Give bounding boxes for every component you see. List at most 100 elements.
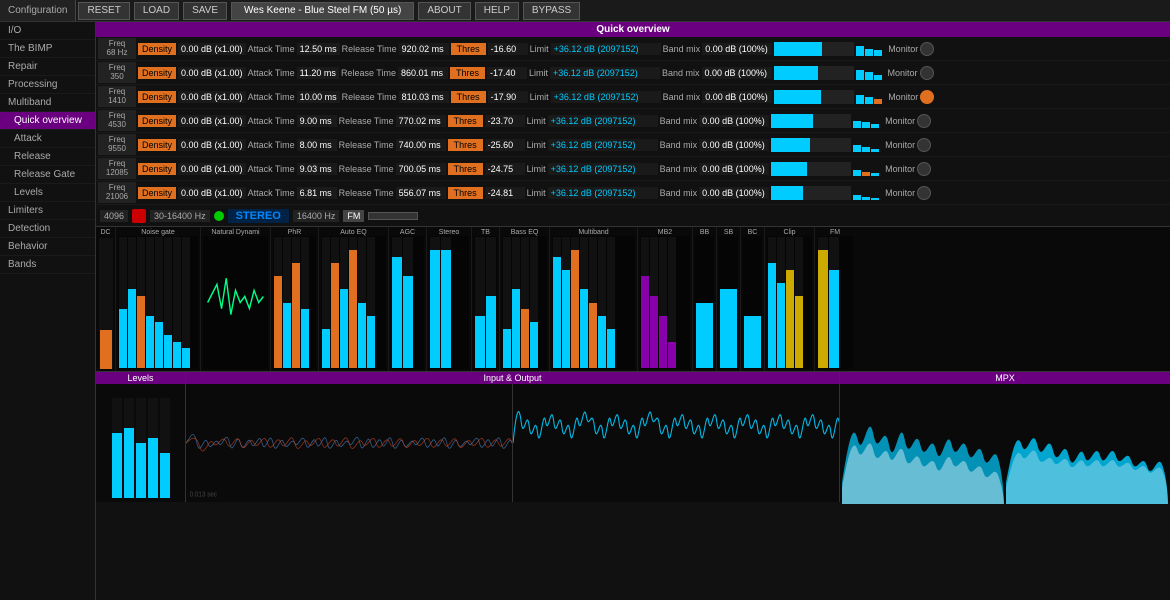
monitor-circle-3[interactable] [917, 114, 931, 128]
band-row-6: Freq21006 Density 0.00 dB (x1.00) Attack… [96, 181, 1170, 205]
thres-btn-0[interactable]: Thres [451, 43, 486, 55]
beq-label: Bass EQ [502, 229, 547, 236]
proc-bc[interactable]: BC [741, 227, 765, 371]
quick-overview-header: Quick overview [96, 22, 1170, 37]
reset-button[interactable]: RESET [78, 2, 129, 20]
ng-meters [118, 236, 198, 369]
mpx-panel: MPX [840, 372, 1170, 502]
limit-label-5: Limit [527, 164, 546, 174]
sig-stereo: STEREO [228, 209, 289, 223]
proc-tb[interactable]: TB [472, 227, 500, 371]
proc-clip[interactable]: Clip [765, 227, 815, 371]
sidebar-item-release[interactable]: Release [0, 148, 95, 166]
proc-beq[interactable]: Bass EQ [500, 227, 550, 371]
sidebar-item-limiters[interactable]: Limiters [0, 202, 95, 220]
proc-ng[interactable]: Noise gate [116, 227, 201, 371]
proc-sb[interactable]: SB [717, 227, 741, 371]
sidebar-item-levels[interactable]: Levels [0, 184, 95, 202]
save-button[interactable]: SAVE [183, 2, 227, 20]
signal-bar: 4096 30-16400 Hz STEREO 16400 Hz FM [96, 205, 1170, 227]
sig-slider[interactable] [368, 212, 418, 220]
thres-btn-3[interactable]: Thres [448, 115, 483, 127]
sidebar-item-processing[interactable]: Processing [0, 76, 95, 94]
mb-label: Multiband [552, 229, 635, 236]
monitor-circle-0[interactable] [920, 42, 934, 56]
density-btn-2[interactable]: Density [138, 91, 176, 103]
monitor-circle-4[interactable] [917, 138, 931, 152]
proc-fm[interactable]: FM [815, 227, 855, 371]
proc-dc[interactable]: DC [96, 227, 116, 371]
bandmix-label-3: Band mix [660, 116, 698, 126]
sidebar-item-repair[interactable]: Repair [0, 58, 95, 76]
density-btn-1[interactable]: Density [138, 67, 176, 79]
config-label: Configuration [0, 0, 76, 21]
preset-button[interactable]: Wes Keene - Blue Steel FM (50 µs) [231, 2, 414, 20]
help-button[interactable]: HELP [475, 2, 519, 20]
bb-label: BB [695, 229, 714, 236]
monitor-circle-2[interactable] [920, 90, 934, 104]
limit-label-3: Limit [527, 116, 546, 126]
proc-aeq[interactable]: Auto EQ [319, 227, 389, 371]
thres-btn-4[interactable]: Thres [448, 139, 483, 151]
bandmix-val-6: 0.00 dB (100%) [699, 187, 769, 199]
sidebar: I/O The BIMP Repair Processing Multiband… [0, 22, 96, 600]
thres-btn-6[interactable]: Thres [448, 187, 483, 199]
sidebar-item-behavior[interactable]: Behavior [0, 238, 95, 256]
sidebar-item-io[interactable]: I/O [0, 22, 95, 40]
density-btn-5[interactable]: Density [138, 163, 176, 175]
density-val-4: 0.00 dB (x1.00) [178, 139, 246, 151]
limit-val-2: +36.12 dB (2097152) [551, 91, 661, 103]
sidebar-item-quick-overview[interactable]: Quick overview [0, 112, 95, 130]
sidebar-item-bimp[interactable]: The BIMP [0, 40, 95, 58]
density-btn-3[interactable]: Density [138, 115, 176, 127]
sidebar-item-detection[interactable]: Detection [0, 220, 95, 238]
sidebar-item-multiband[interactable]: Multiband [0, 94, 95, 112]
waveform-area: 0.013 sec [186, 384, 839, 502]
proc-stereo[interactable]: Stereo [427, 227, 472, 371]
monitor-label-3: Monitor [885, 116, 915, 126]
mpx-right [1006, 386, 1168, 504]
release-val-4: 740.00 ms [396, 139, 446, 151]
monitor-label-4: Monitor [885, 140, 915, 150]
agc-meters [391, 236, 424, 369]
levels-meters [96, 384, 185, 502]
top-bar: Configuration RESET LOAD SAVE Wes Keene … [0, 0, 1170, 22]
meter2-3 [853, 114, 883, 128]
sidebar-item-attack[interactable]: Attack [0, 130, 95, 148]
limit-val-1: +36.12 dB (2097152) [550, 67, 660, 79]
proc-nd[interactable]: Natural Dynami [201, 227, 271, 371]
bypass-button[interactable]: BYPASS [523, 2, 580, 20]
density-btn-4[interactable]: Density [138, 139, 176, 151]
proc-bb[interactable]: BB [693, 227, 717, 371]
sig-val1: 4096 [100, 210, 128, 222]
sidebar-item-bands[interactable]: Bands [0, 256, 95, 274]
monitor-circle-1[interactable] [920, 66, 934, 80]
attack-val-5: 9.03 ms [297, 163, 337, 175]
sidebar-item-release-gate[interactable]: Release Gate [0, 166, 95, 184]
thres-btn-5[interactable]: Thres [448, 163, 483, 175]
dc-meter [99, 238, 113, 369]
quick-overview-section: Quick overview Freq68 Hz Density 0.00 dB… [96, 22, 1170, 205]
load-button[interactable]: LOAD [134, 2, 179, 20]
proc-phr[interactable]: PhR [271, 227, 319, 371]
thres-btn-1[interactable]: Thres [450, 67, 485, 79]
monitor-label-5: Monitor [885, 164, 915, 174]
proc-mb2[interactable]: MB2 [638, 227, 693, 371]
bandmix-val-4: 0.00 dB (100%) [699, 139, 769, 151]
limit-label-0: Limit [530, 44, 549, 54]
proc-agc[interactable]: AGC [389, 227, 427, 371]
fm-label: FM [817, 229, 853, 236]
density-btn-0[interactable]: Density [138, 43, 176, 55]
limit-val-3: +36.12 dB (2097152) [548, 115, 658, 127]
thres-val-2: -17.90 [488, 91, 528, 103]
density-btn-6[interactable]: Density [138, 187, 176, 199]
aeq-label: Auto EQ [321, 229, 386, 236]
density-val-3: 0.00 dB (x1.00) [178, 115, 246, 127]
monitor-circle-6[interactable] [917, 186, 931, 200]
attack-val-4: 8.00 ms [297, 139, 337, 151]
proc-mb[interactable]: Multiband [550, 227, 638, 371]
about-button[interactable]: ABOUT [418, 2, 470, 20]
thres-btn-2[interactable]: Thres [451, 91, 486, 103]
monitor-circle-5[interactable] [917, 162, 931, 176]
mb2-meters [640, 236, 690, 369]
